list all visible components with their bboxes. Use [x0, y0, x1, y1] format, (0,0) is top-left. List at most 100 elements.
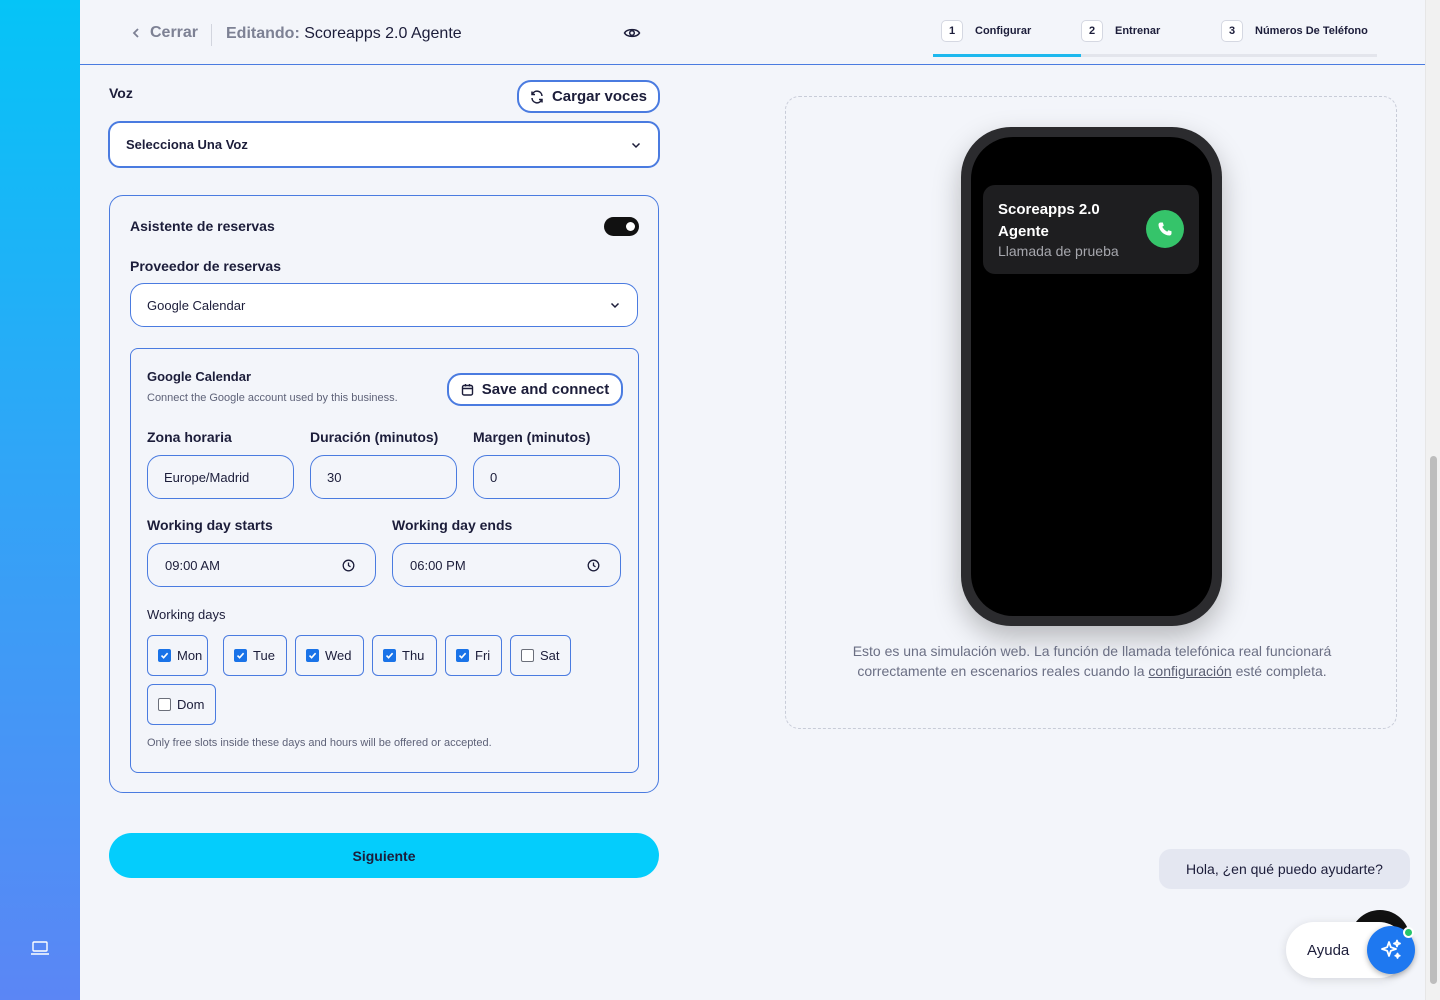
- chevron-left-icon: [132, 28, 139, 38]
- chat-greeting-bubble[interactable]: Hola, ¿en qué puedo ayudarte?: [1159, 849, 1410, 889]
- booking-assistant-card: Asistente de reservas Proveedor de reser…: [109, 195, 659, 793]
- note-text-after: esté completa.: [1231, 663, 1327, 679]
- test-call-card: Scoreapps 2.0 Agente Llamada de prueba: [983, 185, 1199, 274]
- checkbox[interactable]: [158, 649, 171, 662]
- timezone-value: Europe/Madrid: [164, 469, 250, 485]
- help-label: Ayuda: [1307, 941, 1350, 959]
- end-time-value: 06:00 PM: [410, 557, 466, 573]
- header-divider: [211, 24, 212, 46]
- booking-toggle[interactable]: [604, 217, 639, 236]
- day-label: Sat: [540, 648, 560, 663]
- save-and-connect-label: Save and connect: [481, 381, 610, 398]
- scrollbar-thumb[interactable]: [1430, 456, 1437, 984]
- laptop-icon[interactable]: [30, 940, 50, 956]
- duration-value: 30: [327, 469, 342, 485]
- toggle-knob: [626, 222, 635, 231]
- day-label: Wed: [325, 648, 352, 663]
- day-label: Thu: [402, 648, 425, 663]
- checkbox[interactable]: [158, 698, 171, 711]
- day-checkbox-fri[interactable]: Fri: [445, 635, 502, 676]
- margin-label: Margen (minutos): [473, 429, 591, 445]
- duration-field[interactable]: 30: [310, 455, 457, 499]
- top-bar: Cerrar Editando: Scoreapps 2.0 Agente 1 …: [80, 0, 1425, 65]
- phone-icon: [1158, 222, 1172, 236]
- clock-icon[interactable]: [342, 559, 355, 572]
- day-label: Tue: [253, 648, 275, 663]
- day-checkbox-sat[interactable]: Sat: [510, 635, 571, 676]
- day-checkbox-mon[interactable]: Mon: [147, 635, 208, 676]
- working-days-hint: Only free slots inside these days and ho…: [147, 737, 492, 749]
- start-time-value: 09:00 AM: [165, 557, 220, 573]
- step-label: Configurar: [975, 25, 1032, 37]
- configuration-link[interactable]: configuración: [1148, 663, 1231, 679]
- sparkle-icon: [1381, 939, 1401, 959]
- save-and-connect-button[interactable]: Save and connect: [447, 373, 623, 406]
- page-scrollbar[interactable]: [1425, 0, 1440, 1000]
- voice-select[interactable]: Selecciona Una Voz: [108, 121, 660, 168]
- chevron-down-icon: [610, 302, 620, 309]
- margin-value: 0: [490, 469, 498, 485]
- voice-label: Voz: [109, 85, 133, 101]
- end-label: Working day ends: [392, 517, 513, 533]
- editing-prefix: Editando:: [226, 25, 300, 42]
- step-numeros-telefono[interactable]: 3 Números De Teléfono: [1221, 20, 1368, 42]
- provider-label: Proveedor de reservas: [130, 258, 281, 274]
- checkbox[interactable]: [521, 649, 534, 662]
- booking-title: Asistente de reservas: [130, 218, 275, 234]
- step-number: 1: [941, 20, 963, 42]
- simulation-note: Esto es una simulación web. La función d…: [816, 641, 1368, 681]
- day-label: Dom: [177, 697, 205, 712]
- start-label: Working day starts: [147, 517, 273, 533]
- calendar-title: Google Calendar: [147, 369, 252, 384]
- phone-mockup: Scoreapps 2.0 Agente Llamada de prueba: [961, 127, 1222, 626]
- step-entrenar[interactable]: 2 Entrenar: [1081, 20, 1160, 42]
- step-label: Entrenar: [1115, 25, 1161, 37]
- google-calendar-panel: Google Calendar Connect the Google accou…: [130, 348, 639, 773]
- call-preview-panel: Scoreapps 2.0 Agente Llamada de prueba E…: [785, 96, 1397, 729]
- start-call-button[interactable]: [1146, 210, 1184, 248]
- checkbox[interactable]: [234, 649, 247, 662]
- step-number: 3: [1221, 20, 1243, 42]
- eye-icon[interactable]: [623, 24, 641, 42]
- day-label: Mon: [177, 648, 203, 663]
- provider-select-value: Google Calendar: [147, 297, 246, 313]
- checkbox[interactable]: [456, 649, 469, 662]
- step-configurar[interactable]: 1 Configurar: [941, 20, 1031, 42]
- refresh-icon: [531, 89, 543, 104]
- progress-fill: [933, 54, 1081, 57]
- checkbox[interactable]: [306, 649, 319, 662]
- checkbox[interactable]: [383, 649, 396, 662]
- close-label: Cerrar: [150, 24, 199, 41]
- calendar-icon: [461, 384, 473, 396]
- editing-title: Editando: Scoreapps 2.0 Agente: [226, 25, 462, 43]
- stepper: 1 Configurar 2 Entrenar 3 Números De Tel…: [933, 20, 1377, 58]
- load-voices-button[interactable]: Cargar voces: [517, 80, 660, 113]
- sidebar: [0, 0, 80, 1000]
- calendar-description: Connect the Google account used by this …: [147, 392, 398, 404]
- margin-field[interactable]: 0: [473, 455, 620, 499]
- day-checkbox-dom[interactable]: Dom: [147, 684, 216, 725]
- next-button[interactable]: Siguiente: [109, 833, 659, 878]
- start-time-field[interactable]: 09:00 AM: [147, 543, 376, 587]
- step-label: Números De Teléfono: [1255, 25, 1368, 37]
- phone-screen: Scoreapps 2.0 Agente Llamada de prueba: [971, 137, 1212, 616]
- day-checkbox-thu[interactable]: Thu: [372, 635, 437, 676]
- chevron-down-icon: [631, 142, 641, 148]
- call-agent-name: Scoreapps 2.0 Agente: [998, 201, 1100, 240]
- timezone-label: Zona horaria: [147, 429, 232, 445]
- day-checkbox-wed[interactable]: Wed: [295, 635, 364, 676]
- main-area: Cerrar Editando: Scoreapps 2.0 Agente 1 …: [80, 0, 1425, 1000]
- day-label: Fri: [475, 648, 491, 663]
- timezone-field[interactable]: Europe/Madrid: [147, 455, 294, 499]
- load-voices-label: Cargar voces: [551, 88, 648, 105]
- close-button[interactable]: Cerrar: [130, 24, 198, 42]
- clock-icon[interactable]: [587, 559, 600, 572]
- next-label: Siguiente: [352, 847, 416, 864]
- online-status-dot: [1403, 927, 1414, 938]
- provider-select[interactable]: Google Calendar: [130, 283, 638, 327]
- voice-select-value: Selecciona Una Voz: [126, 137, 248, 152]
- day-checkbox-tue[interactable]: Tue: [223, 635, 287, 676]
- agent-name: Scoreapps 2.0 Agente: [304, 25, 462, 42]
- working-days-label: Working days: [147, 607, 226, 622]
- end-time-field[interactable]: 06:00 PM: [392, 543, 621, 587]
